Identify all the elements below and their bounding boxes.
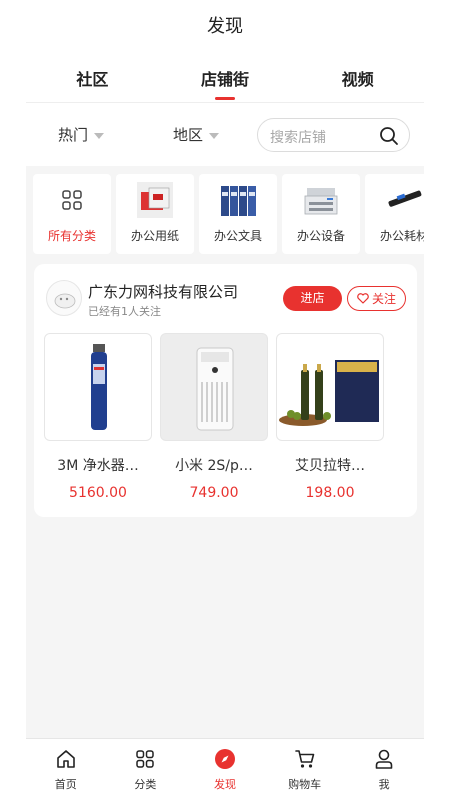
nav-cart[interactable]: 购物车: [265, 739, 345, 800]
store-followers: 已经有1人关注: [88, 305, 161, 318]
nav-discover-label: 发现: [213, 778, 236, 791]
category-icon: [136, 750, 155, 768]
tab-video[interactable]: 视频: [291, 60, 424, 100]
category-strip: 所有分类 办公用纸 办公文具 办公设备 办公耗材: [33, 174, 424, 254]
active-tab-indicator: [215, 97, 235, 100]
category-office-equipment[interactable]: 办公设备: [282, 174, 360, 254]
category-label: 办公耗材: [379, 229, 424, 243]
category-office-supplies[interactable]: 办公耗材: [365, 174, 424, 254]
tab-community-label: 社区: [76, 70, 109, 89]
search-placeholder: 搜索店铺: [270, 130, 326, 146]
toner-image: [388, 190, 422, 207]
store-logo-icon: [54, 293, 76, 309]
tab-store-street[interactable]: 店铺街: [159, 60, 292, 100]
product-item[interactable]: 艾贝拉特… 198.00: [276, 333, 384, 501]
category-stationery[interactable]: 办公文具: [199, 174, 277, 254]
nav-me-label: 我: [378, 778, 390, 791]
nav-cart-label: 购物车: [288, 778, 322, 791]
tab-community[interactable]: 社区: [26, 60, 159, 100]
category-label: 办公文具: [213, 229, 262, 243]
product-list: 3M 净水器… 5160.00 小米 2S/p… 749.00 艾贝拉特… 19…: [44, 333, 384, 501]
product-image: [160, 333, 268, 441]
store-search-input[interactable]: 搜索店铺: [257, 118, 410, 152]
nav-home-label: 首页: [54, 778, 77, 791]
olive-oil-image: [279, 360, 379, 426]
heart-icon: [357, 293, 369, 304]
cart-icon: [294, 750, 314, 768]
page-title: 发现: [207, 16, 243, 37]
tab-video-label: 视频: [341, 70, 374, 89]
region-filter-label: 地区: [173, 126, 204, 144]
hot-filter-label: 热门: [58, 126, 89, 144]
air-purifier-image: [196, 347, 234, 431]
follow-button[interactable]: 关注: [347, 286, 406, 311]
product-name: 艾贝拉特…: [295, 458, 365, 474]
caret-down-icon: [209, 132, 220, 139]
tab-store-street-label: 店铺街: [201, 70, 250, 89]
nav-discover[interactable]: 发现: [185, 739, 265, 800]
category-office-paper[interactable]: 办公用纸: [116, 174, 194, 254]
app-screen: 发现 社区 店铺街 视频 热门 地区 搜索店铺 所有分类 办公用纸 办公文具 办…: [26, 0, 424, 800]
product-image: [44, 333, 152, 441]
nav-me[interactable]: 我: [344, 739, 424, 800]
user-icon: [375, 749, 393, 769]
category-label: 办公用纸: [130, 229, 179, 243]
product-name: 3M 净水器…: [57, 458, 139, 474]
nav-category-label: 分类: [134, 778, 157, 791]
water-filter-image: [91, 344, 107, 430]
product-image: [276, 333, 384, 441]
home-icon: [56, 750, 75, 768]
follow-label: 关注: [371, 292, 396, 306]
paper-product-image: [137, 182, 173, 218]
printer-image: [304, 188, 338, 215]
grid-icon: [62, 190, 82, 210]
discover-icon: [214, 749, 235, 769]
nav-category[interactable]: 分类: [106, 739, 186, 800]
top-tabs: 社区 店铺街 视频: [26, 60, 424, 100]
category-label: 所有分类: [47, 229, 96, 243]
region-filter[interactable]: 地区: [173, 124, 220, 145]
product-name: 小米 2S/p…: [175, 458, 253, 474]
search-icon[interactable]: [379, 126, 399, 146]
product-price: 749.00: [189, 485, 239, 501]
enter-store-button[interactable]: 进店: [283, 286, 342, 311]
product-price: 5160.00: [69, 485, 127, 501]
tabs-divider: [26, 102, 424, 103]
category-label: 办公设备: [296, 229, 345, 243]
header: 发现 社区 店铺街 视频 热门 地区 搜索店铺: [26, 0, 424, 166]
category-all[interactable]: 所有分类: [33, 174, 111, 254]
binders-image: [221, 186, 256, 216]
hot-filter[interactable]: 热门: [58, 124, 105, 145]
store-logo: [46, 280, 82, 316]
filter-bar: 热门 地区 搜索店铺: [26, 116, 424, 154]
nav-home[interactable]: 首页: [26, 739, 106, 800]
product-price: 198.00: [305, 485, 355, 501]
caret-down-icon: [94, 132, 105, 139]
store-card[interactable]: 广东力网科技有限公司 已经有1人关注 进店 关注 3M 净水器… 5160.00…: [34, 264, 417, 517]
product-item[interactable]: 3M 净水器… 5160.00: [44, 333, 152, 501]
bottom-tab-bar: 首页 分类 发现 购物车 我: [26, 738, 424, 800]
product-item[interactable]: 小米 2S/p… 749.00: [160, 333, 268, 501]
store-name[interactable]: 广东力网科技有限公司: [88, 281, 238, 302]
